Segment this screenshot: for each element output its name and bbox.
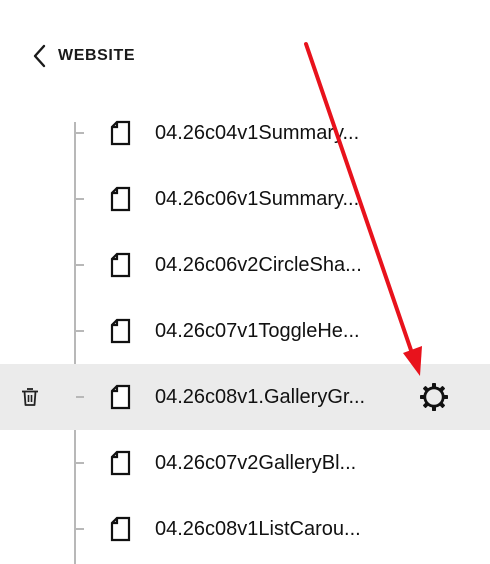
page-icon <box>108 384 134 410</box>
page-title: 04.26c06v1Summary... <box>155 188 360 210</box>
page-list: 04.26c04v1Summary... 04.26c06v1Summary...… <box>0 100 490 562</box>
page-row[interactable]: 04.26c06v1Summary... <box>0 166 490 232</box>
tree-branch <box>76 198 84 200</box>
page-row[interactable]: 04.26c04v1Summary... <box>0 100 490 166</box>
page-icon <box>108 516 134 542</box>
page-title: 04.26c07v1ToggleHe... <box>155 320 360 342</box>
page-tree: 04.26c04v1Summary... 04.26c06v1Summary...… <box>0 100 490 564</box>
page-row-selected[interactable]: 04.26c08v1.GalleryGr... <box>0 364 490 430</box>
page-title: 04.26c08v1ListCarou... <box>155 518 361 540</box>
back-label: WEBSITE <box>58 47 136 64</box>
page-icon <box>108 120 134 146</box>
back-to-website-link[interactable]: WEBSITE <box>30 40 135 72</box>
trash-icon[interactable] <box>18 385 42 409</box>
page-row[interactable]: 04.26c07v2GalleryBl... <box>0 430 490 496</box>
chevron-left-icon <box>30 43 50 69</box>
page-icon <box>108 318 134 344</box>
tree-branch <box>76 462 84 464</box>
page-title: 04.26c08v1.GalleryGr... <box>155 386 366 408</box>
page-title: 04.26c04v1Summary... <box>155 122 360 144</box>
tree-branch <box>76 396 84 398</box>
page-title: 04.26c07v2GalleryBl... <box>155 452 357 474</box>
page-icon <box>108 186 134 212</box>
tree-branch <box>76 132 84 134</box>
page-row[interactable]: 04.26c06v2CircleSha... <box>0 232 490 298</box>
page-row[interactable]: 04.26c08v1ListCarou... <box>0 496 490 562</box>
page-row[interactable]: 04.26c07v1ToggleHe... <box>0 298 490 364</box>
tree-branch <box>76 264 84 266</box>
page-icon <box>108 450 134 476</box>
page-icon <box>108 252 134 278</box>
tree-branch <box>76 330 84 332</box>
page-title: 04.26c06v2CircleSha... <box>155 254 362 276</box>
tree-branch <box>76 528 84 530</box>
gear-icon[interactable] <box>418 381 450 413</box>
